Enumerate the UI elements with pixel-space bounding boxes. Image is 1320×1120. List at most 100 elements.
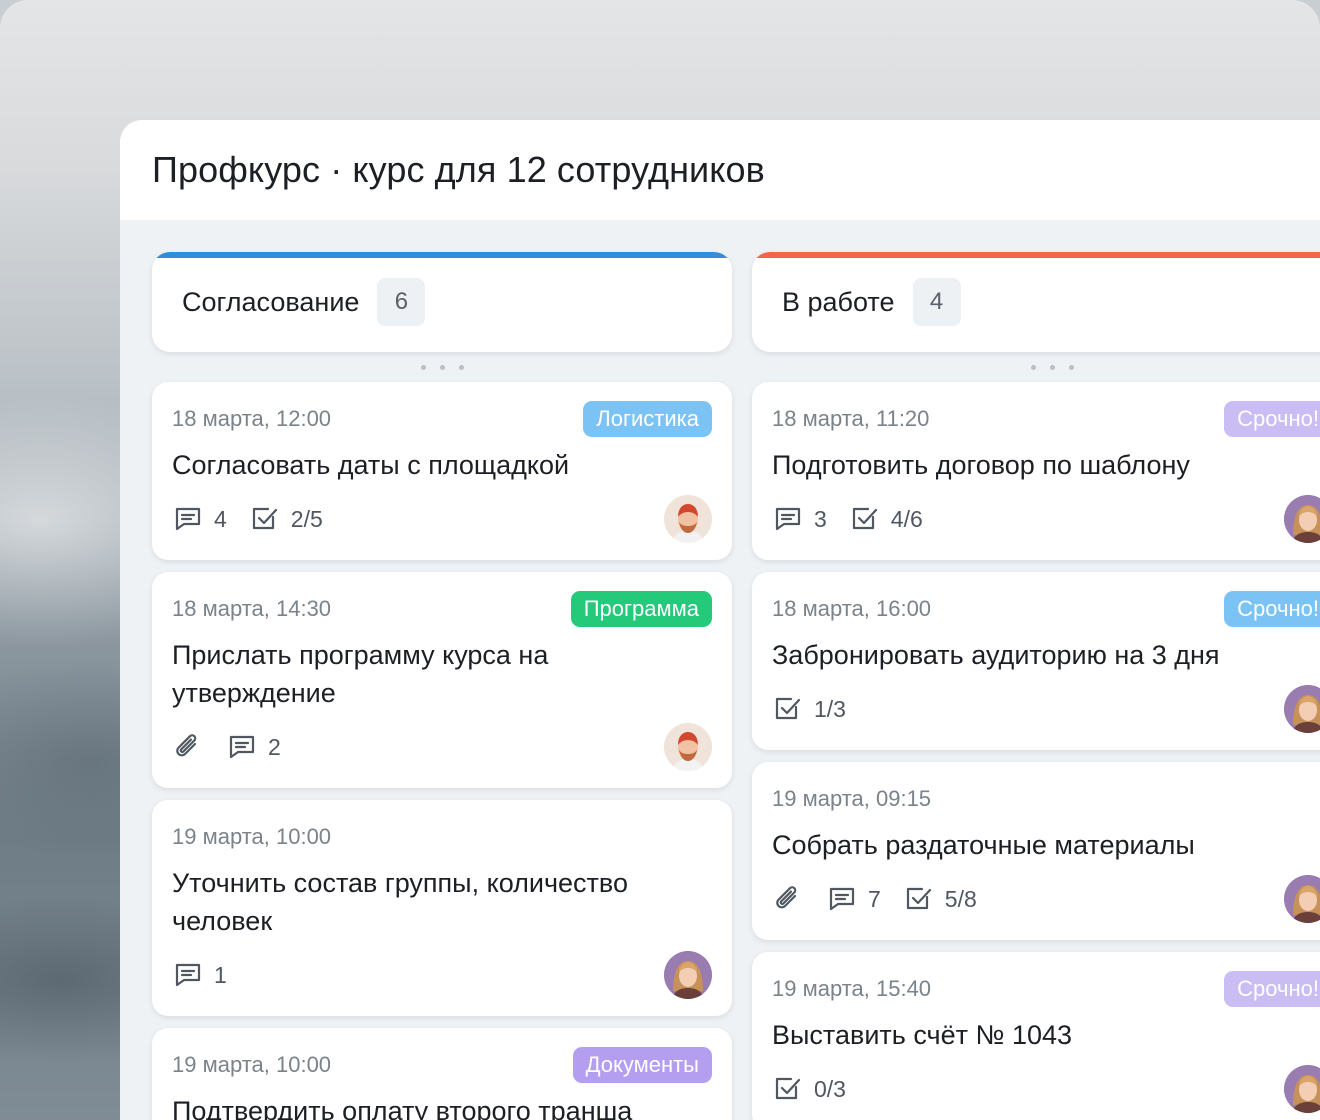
checkbox-icon	[849, 503, 881, 535]
checklist-progress: 2/5	[290, 505, 323, 532]
card-footer: 1/3	[772, 684, 1320, 734]
checkbox-icon	[772, 693, 804, 725]
checkbox-icon	[903, 883, 935, 915]
task-card[interactable]: 19 марта, 15:40 Срочно! Выставить счёт № 1…	[752, 952, 1320, 1120]
card-tag[interactable]: Срочно!	[1224, 971, 1320, 1007]
card-title: Подготовить договор по шаблону	[772, 450, 1190, 480]
checklist-progress: 0/3	[814, 1075, 846, 1102]
card-title: Забронировать аудиторию на 3 дня	[772, 640, 1220, 670]
comments-indicator[interactable]: 4	[172, 503, 227, 535]
drag-handle[interactable]	[752, 352, 1320, 382]
card-date: 19 марта, 10:00	[172, 824, 332, 849]
drag-handle[interactable]	[152, 352, 732, 382]
column-in-progress: В работе 4 18 марта, 11:20 Срочно! Подготови…	[752, 252, 1320, 1120]
card-footer: 7 5/8	[772, 874, 1320, 924]
card-tag[interactable]: Документы	[572, 1047, 712, 1083]
card-title: Согласовать даты с площадкой	[172, 450, 570, 480]
card-footer: 1	[172, 950, 712, 1000]
card-header: 19 марта, 15:40 Срочно!	[772, 971, 1320, 1007]
comments-indicator[interactable]: 1	[172, 959, 227, 991]
attachment-indicator[interactable]	[772, 883, 804, 915]
column-header[interactable]: Согласование 6	[152, 252, 732, 352]
column-title: В работе	[782, 286, 895, 317]
column-approval: Согласование 6 18 марта, 12:00 Логистика Сог…	[152, 252, 732, 1120]
comments-count: 1	[214, 961, 227, 988]
assignee-avatar[interactable]	[664, 723, 712, 771]
comment-icon	[772, 503, 804, 535]
card-date: 19 марта, 09:15	[772, 786, 932, 811]
task-card[interactable]: 18 марта, 12:00 Логистика Согласовать даты…	[152, 382, 732, 560]
assignee-avatar[interactable]	[1284, 685, 1320, 733]
card-meta: 0/3	[772, 1073, 846, 1105]
card-title: Подтвердить оплату второго транша	[172, 1096, 633, 1120]
board-window: Профкурс · курс для 12 сотрудников Согла…	[120, 120, 1320, 1120]
card-date: 18 марта, 16:00	[772, 596, 932, 621]
card-footer: 2	[172, 722, 712, 772]
card-footer: 0/3	[772, 1064, 1320, 1114]
assignee-avatar[interactable]	[1284, 495, 1320, 543]
card-header: 19 марта, 10:00 Документы	[172, 1047, 712, 1083]
comments-indicator[interactable]: 3	[772, 503, 827, 535]
comments-count: 7	[868, 885, 881, 912]
comments-count: 2	[268, 733, 281, 760]
card-header: 19 марта, 10:00	[172, 822, 712, 852]
comments-count: 3	[814, 505, 827, 532]
card-meta: 2	[172, 731, 281, 763]
card-header: 18 марта, 11:20 Срочно!	[772, 401, 1320, 437]
card-header: 18 марта, 14:30 Программа	[172, 591, 712, 627]
checkbox-icon	[249, 503, 281, 535]
task-card[interactable]: 18 марта, 14:30 Программа Прислать програм…	[152, 572, 732, 788]
comments-count: 4	[214, 505, 227, 532]
card-date: 18 марта, 14:30	[172, 596, 332, 621]
assignee-avatar[interactable]	[1284, 875, 1320, 923]
checklist-indicator[interactable]: 5/8	[903, 883, 977, 915]
comments-indicator[interactable]: 2	[226, 731, 281, 763]
task-card[interactable]: 19 марта, 09:15 Собрать раздаточные матер…	[752, 762, 1320, 940]
checklist-indicator[interactable]: 1/3	[772, 693, 846, 725]
assignee-avatar[interactable]	[664, 951, 712, 999]
task-card[interactable]: 18 марта, 11:20 Срочно! Подготовить догово…	[752, 382, 1320, 560]
card-meta: 4 2/5	[172, 503, 323, 535]
paperclip-icon	[772, 883, 804, 915]
paperclip-icon	[172, 731, 204, 763]
window-header: Профкурс · курс для 12 сотрудников	[120, 120, 1320, 220]
task-card[interactable]: 19 марта, 10:00 Уточнить состав группы, …	[152, 800, 732, 1016]
card-tag[interactable]: Срочно!	[1224, 591, 1320, 627]
card-tag[interactable]: Логистика	[583, 401, 712, 437]
card-title: Выставить счёт № 1043	[772, 1020, 1073, 1050]
card-title: Собрать раздаточные материалы	[772, 830, 1195, 860]
comment-icon	[826, 883, 858, 915]
checklist-progress: 4/6	[890, 505, 923, 532]
checklist-progress: 1/3	[814, 695, 846, 722]
column-title: Согласование	[182, 286, 360, 317]
card-tag[interactable]: Программа	[570, 591, 712, 627]
card-header: 18 марта, 16:00 Срочно!	[772, 591, 1320, 627]
assignee-avatar[interactable]	[1284, 1065, 1320, 1113]
card-date: 19 марта, 10:00	[172, 1052, 332, 1077]
card-tag[interactable]: Срочно!	[1224, 401, 1320, 437]
comment-icon	[172, 503, 204, 535]
card-meta: 1	[172, 959, 227, 991]
checklist-indicator[interactable]: 4/6	[849, 503, 923, 535]
column-header[interactable]: В работе 4	[752, 252, 1320, 352]
card-title: Прислать программу курса на утверждение	[172, 640, 549, 708]
card-date: 19 марта, 15:40	[772, 976, 932, 1001]
checklist-indicator[interactable]: 0/3	[772, 1073, 846, 1105]
task-card[interactable]: 18 марта, 16:00 Срочно! Забронировать ауди…	[752, 572, 1320, 750]
card-meta: 3 4/6	[772, 503, 923, 535]
card-meta: 1/3	[772, 693, 846, 725]
card-footer: 3 4/6	[772, 494, 1320, 544]
comments-indicator[interactable]: 7	[826, 883, 881, 915]
card-date: 18 марта, 11:20	[772, 406, 930, 431]
attachment-indicator[interactable]	[172, 731, 204, 763]
card-header: 18 марта, 12:00 Логистика	[172, 401, 712, 437]
column-count-badge: 6	[377, 278, 426, 326]
assignee-avatar[interactable]	[664, 495, 712, 543]
card-header: 19 марта, 09:15	[772, 784, 1320, 814]
task-card[interactable]: 19 марта, 10:00 Документы Подтвердить опл…	[152, 1028, 732, 1120]
checkbox-icon	[772, 1073, 804, 1105]
card-meta: 7 5/8	[772, 883, 977, 915]
card-date: 18 марта, 12:00	[172, 406, 332, 431]
checklist-indicator[interactable]: 2/5	[249, 503, 323, 535]
page-title: Профкурс · курс для 12 сотрудников	[152, 149, 765, 190]
